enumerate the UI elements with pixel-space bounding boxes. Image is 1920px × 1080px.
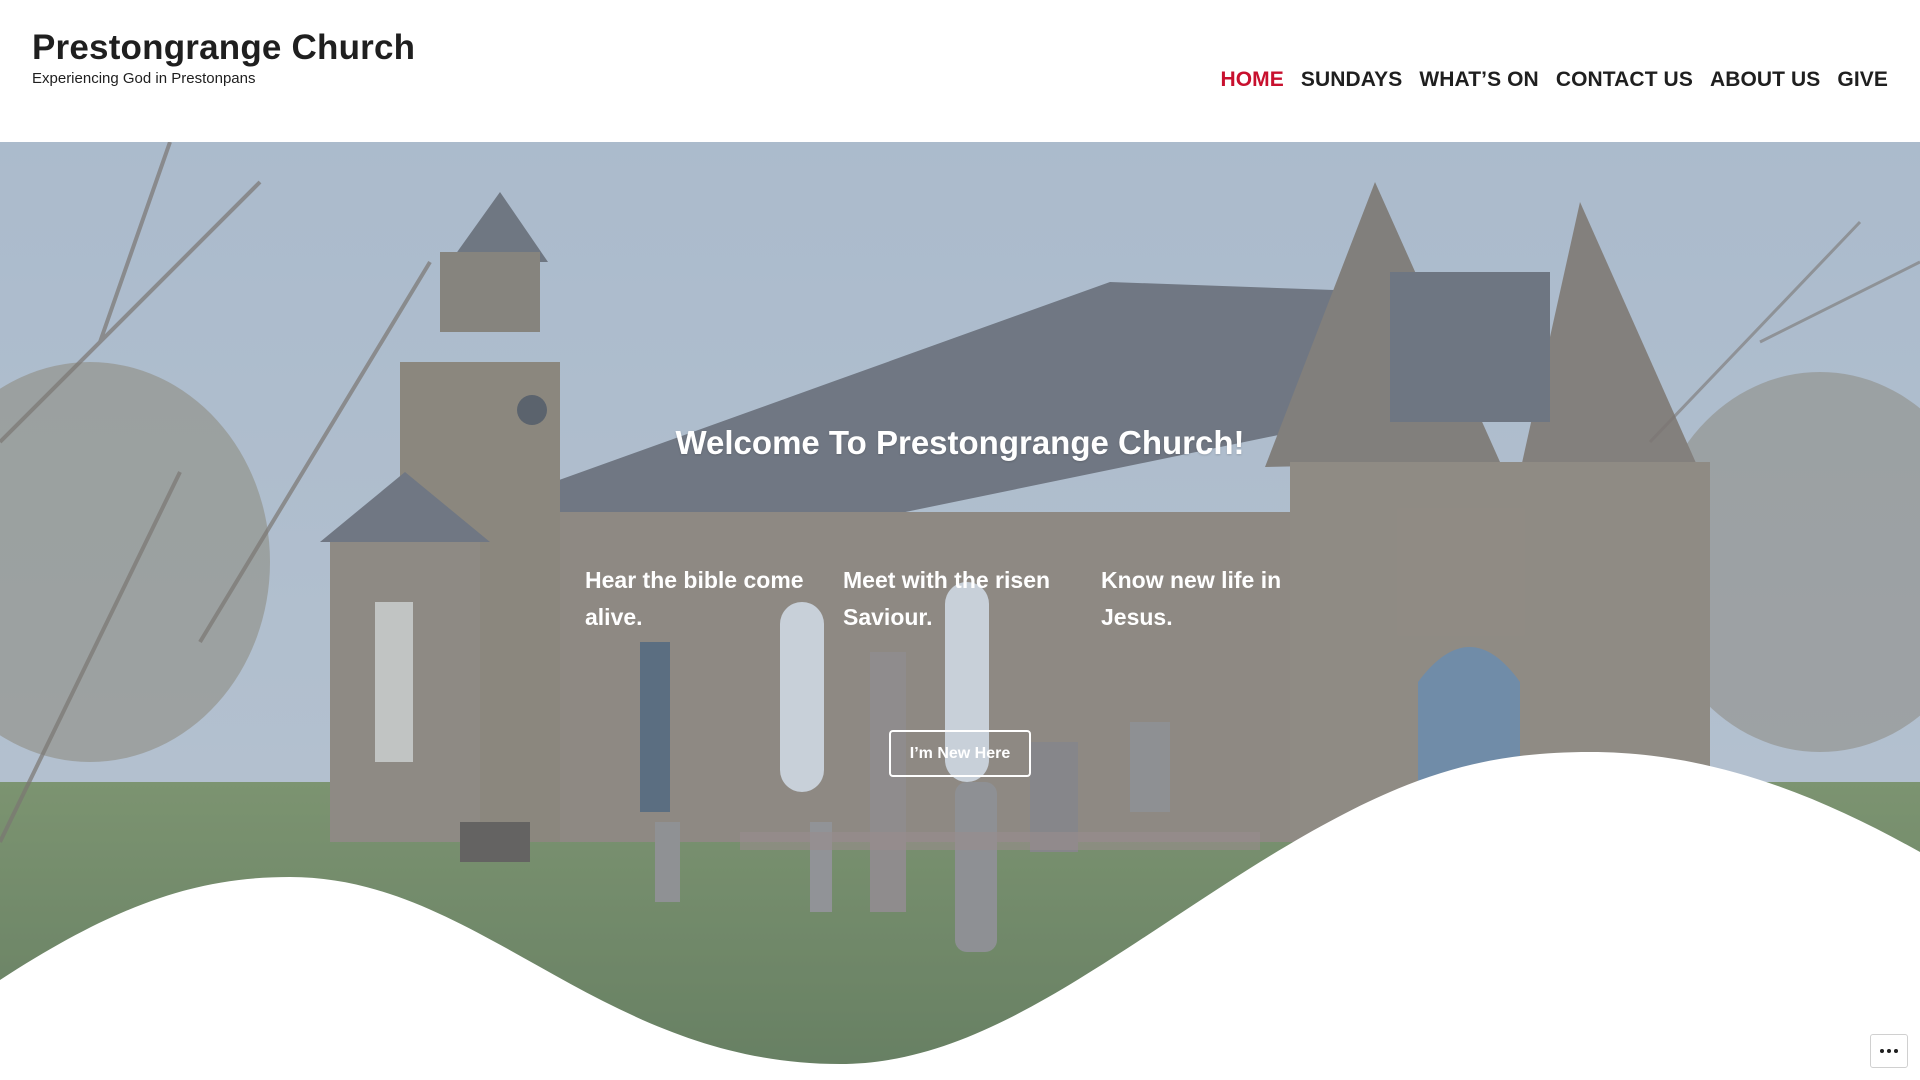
hero-column-saviour: Meet with the risen Saviour. [843, 567, 1051, 630]
main-nav: HOME SUNDAYS WHAT’S ON CONTACT US ABOUT … [1203, 68, 1888, 92]
hero-columns: Hear the bible come alive. Meet with the… [585, 562, 1375, 636]
site-tagline: Experiencing God in Prestonpans [32, 70, 256, 87]
site-title[interactable]: Prestongrange Church [32, 28, 415, 68]
nav-item-about-us[interactable]: ABOUT US [1710, 68, 1820, 92]
nav-item-whats-on[interactable]: WHAT’S ON [1419, 68, 1539, 92]
dot-icon [1880, 1049, 1884, 1053]
dot-icon [1894, 1049, 1898, 1053]
nav-item-home[interactable]: HOME [1220, 68, 1283, 92]
im-new-here-button[interactable]: I’m New Here [889, 730, 1031, 777]
hero-section: Welcome To Prestongrange Church! Hear th… [0, 142, 1920, 1080]
nav-item-give[interactable]: GIVE [1837, 68, 1888, 92]
nav-item-sundays[interactable]: SUNDAYS [1301, 68, 1402, 92]
site-header: Prestongrange Church Experiencing God in… [0, 0, 1920, 142]
more-options-icon[interactable] [1870, 1034, 1908, 1068]
hero-content: Welcome To Prestongrange Church! Hear th… [0, 142, 1920, 1080]
dot-icon [1887, 1049, 1891, 1053]
hero-column-new-life: Know new life in Jesus. [1101, 567, 1282, 630]
hero-column-bible: Hear the bible come alive. [585, 567, 804, 630]
nav-item-contact-us[interactable]: CONTACT US [1556, 68, 1693, 92]
hero-heading: Welcome To Prestongrange Church! [675, 424, 1245, 461]
